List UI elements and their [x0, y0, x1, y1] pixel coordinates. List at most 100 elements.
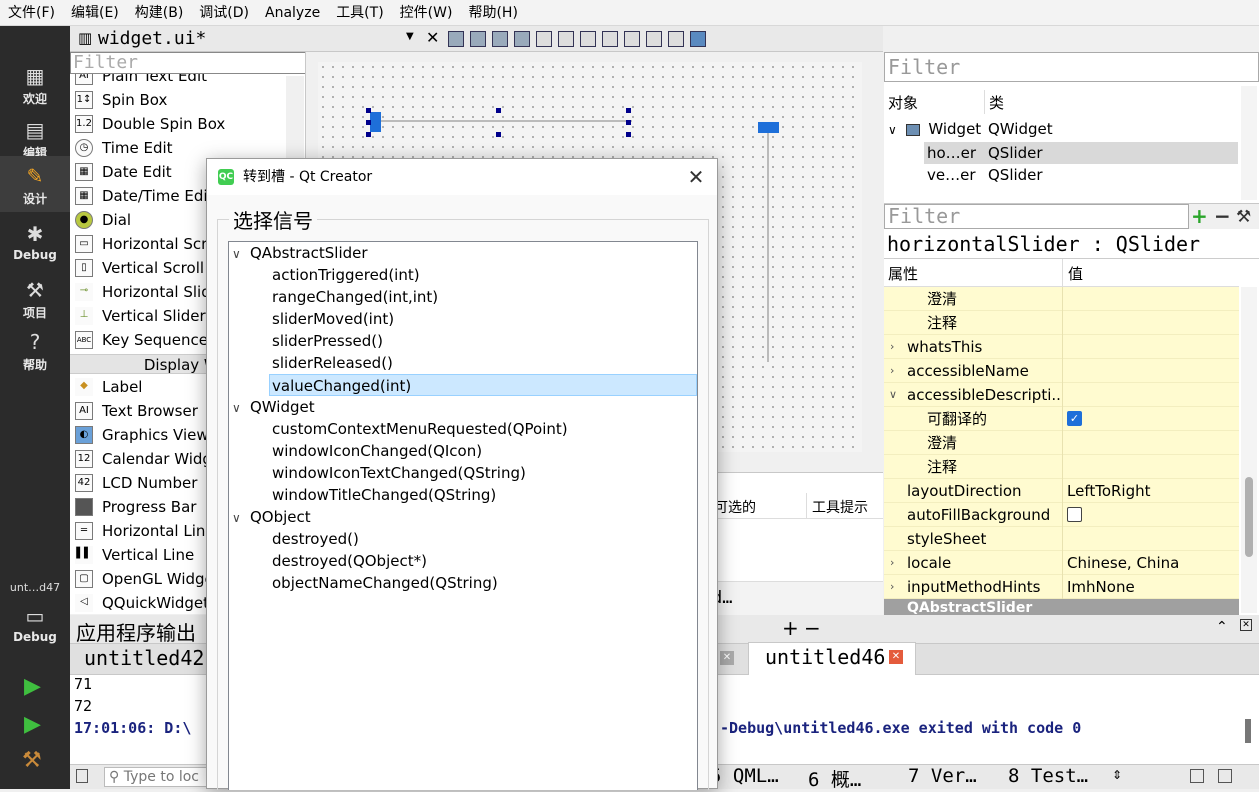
chevron-down-icon[interactable]: ∨ [889, 383, 897, 407]
selection-handle[interactable] [626, 132, 631, 137]
mode-design[interactable]: ✎ 设计 [0, 156, 70, 212]
adjust-size-icon[interactable] [690, 31, 706, 47]
close-icon[interactable]: ✕ [681, 163, 711, 191]
edit-tab-order-icon[interactable] [514, 31, 530, 47]
property-value[interactable] [1062, 455, 1239, 479]
break-layout-icon[interactable] [668, 31, 684, 47]
splitter-vertical-icon[interactable] [602, 31, 618, 47]
property-row[interactable]: autoFillBackground [884, 503, 1239, 527]
tree-class-row[interactable]: ∨ QAbstractSlider [232, 242, 368, 264]
property-value[interactable] [1062, 335, 1239, 359]
minus-icon[interactable]: − [804, 616, 821, 640]
toggle-progress-icon[interactable] [1190, 769, 1204, 783]
kit-selector[interactable]: ▭ Debug [0, 596, 70, 652]
property-section[interactable]: QAbstractSlider [884, 599, 1239, 615]
menu-edit[interactable]: 编辑(E) [63, 0, 127, 26]
output-tab-active[interactable]: untitled46 ✕ [748, 642, 916, 675]
toggle-sidebar-right-icon[interactable] [1218, 769, 1232, 783]
edit-widgets-icon[interactable] [448, 31, 464, 47]
property-value[interactable] [1062, 503, 1239, 527]
signal-item[interactable]: customContextMenuRequested(QPoint) [272, 418, 568, 440]
toggle-sidebar-icon[interactable] [76, 769, 88, 783]
mode-help[interactable]: ? 帮助 [0, 322, 70, 378]
widget-item[interactable]: ◷ Time Edit [70, 136, 305, 160]
chevron-down-icon[interactable]: ∨ [232, 507, 250, 529]
output-tab[interactable]: untitled42 [84, 646, 204, 670]
output-pane-button[interactable]: 7 Ver… [908, 765, 977, 787]
add-icon[interactable]: + [782, 616, 799, 640]
menu-widgets[interactable]: 控件(W) [392, 0, 461, 26]
horizontal-slider-handle[interactable] [370, 112, 381, 132]
property-row[interactable]: 注释 [884, 311, 1239, 335]
tree-class-row[interactable]: ∨ QWidget [232, 396, 315, 418]
locator-input[interactable]: ⚲ Type to loc [104, 767, 214, 787]
close-document-icon[interactable]: ✕ [426, 28, 439, 47]
property-value[interactable]: ✓ [1062, 407, 1239, 431]
property-editor-scrollbar[interactable] [1241, 287, 1257, 613]
menu-file[interactable]: 文件(F) [0, 0, 63, 26]
menu-help[interactable]: 帮助(H) [460, 0, 525, 26]
close-pane-icon[interactable]: ✕ [1240, 619, 1252, 631]
property-value[interactable] [1062, 431, 1239, 455]
layout-grid-icon[interactable] [624, 31, 640, 47]
property-value[interactable] [1062, 383, 1239, 407]
chevron-right-icon[interactable]: › [890, 575, 894, 599]
selection-handle[interactable] [626, 108, 631, 113]
auto-fill-checkbox[interactable] [1067, 507, 1082, 522]
layout-vertical-icon[interactable] [558, 31, 574, 47]
object-inspector-filter[interactable]: Filter [884, 52, 1259, 82]
output-pane-button[interactable]: 8 Test… [1008, 765, 1088, 787]
close-tab-icon[interactable]: ✕ [889, 650, 903, 664]
property-row[interactable]: whatsThis › [884, 335, 1239, 359]
property-value[interactable] [1062, 311, 1239, 335]
property-row[interactable]: layoutDirection LeftToRight [884, 479, 1239, 503]
property-row[interactable]: accessibleDescripti... ∨ [884, 383, 1239, 407]
object-name[interactable]: ve…er [927, 164, 976, 186]
mode-debug[interactable]: ✱ Debug [0, 214, 70, 270]
mode-welcome[interactable]: ▦ 欢迎 [0, 56, 70, 112]
menu-debug[interactable]: 调试(D) [191, 0, 257, 26]
chevron-right-icon[interactable]: › [890, 359, 894, 383]
layout-form-icon[interactable] [646, 31, 662, 47]
property-row[interactable]: locale › Chinese, China [884, 551, 1239, 575]
selection-handle[interactable] [496, 108, 501, 113]
property-value[interactable]: LeftToRight [1062, 479, 1239, 503]
signal-item[interactable]: sliderPressed() [272, 330, 383, 352]
maximize-chevron-icon[interactable]: ⌃ [1216, 619, 1228, 635]
chevron-down-icon[interactable]: ∨ [232, 397, 250, 419]
translatable-checkbox[interactable]: ✓ [1067, 411, 1082, 426]
layout-horizontal-icon[interactable] [536, 31, 552, 47]
signal-item[interactable]: windowIconChanged(QIcon) [272, 440, 482, 462]
chevron-down-icon[interactable]: ∨ [888, 123, 897, 137]
property-row[interactable]: 澄清 [884, 431, 1239, 455]
chevron-down-icon[interactable]: ∨ [232, 243, 250, 265]
debug-run-icon[interactable]: ▶ [24, 712, 41, 737]
signal-item[interactable]: destroyed(QObject*) [272, 550, 427, 572]
property-value[interactable] [1062, 527, 1239, 551]
selection-handle[interactable] [366, 132, 371, 137]
property-value[interactable]: Chinese, China [1062, 551, 1239, 575]
signal-item[interactable]: windowIconTextChanged(QString) [272, 462, 526, 484]
property-row[interactable]: 可翻译的 ✓ [884, 407, 1239, 431]
object-name[interactable]: ho…er [927, 142, 976, 164]
selection-handle[interactable] [366, 120, 371, 125]
signal-item[interactable]: destroyed() [272, 528, 359, 550]
splitter-horizontal-icon[interactable] [580, 31, 596, 47]
signal-item[interactable]: actionTriggered(int) [272, 264, 420, 286]
signal-item[interactable]: rangeChanged(int,int) [272, 286, 438, 308]
remove-property-icon[interactable]: − [1214, 205, 1231, 227]
more-panes-icon[interactable]: ⇕ [1112, 768, 1122, 782]
chevron-down-icon[interactable]: ▼ [406, 31, 414, 42]
widget-item[interactable]: 1↕ Spin Box [70, 88, 305, 112]
run-icon[interactable]: ▶ [24, 674, 41, 699]
property-row[interactable]: inputMethodHints › ImhNone [884, 575, 1239, 599]
document-selector[interactable]: widget.ui* [98, 28, 206, 49]
menu-analyze[interactable]: Analyze [257, 0, 328, 26]
output-scrollbar[interactable] [1245, 719, 1251, 743]
selection-handle[interactable] [626, 120, 631, 125]
output-pane-button[interactable]: 6 概… [808, 765, 861, 792]
signal-item[interactable]: sliderReleased() [272, 352, 393, 374]
configure-wrench-icon[interactable]: ⚒ [1236, 206, 1251, 228]
property-editor-filter[interactable]: Filter [884, 204, 1189, 229]
property-row[interactable]: 注释 [884, 455, 1239, 479]
